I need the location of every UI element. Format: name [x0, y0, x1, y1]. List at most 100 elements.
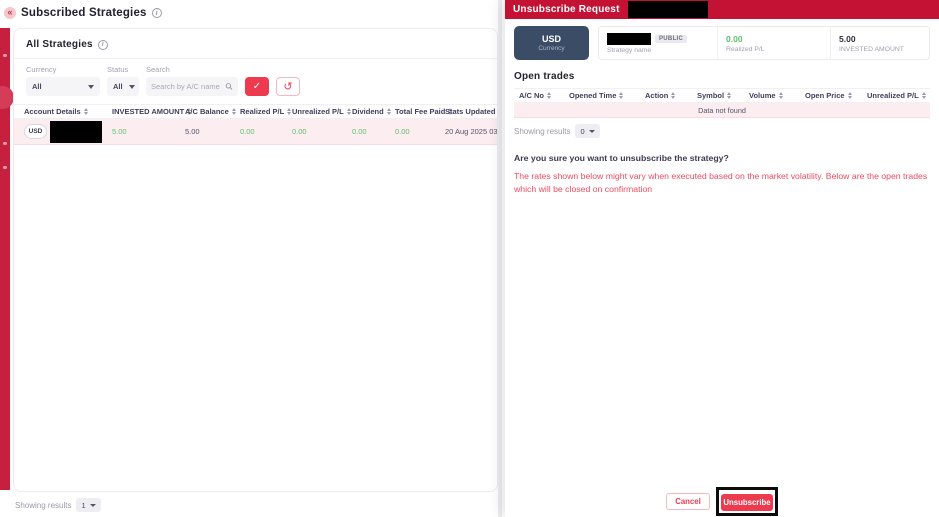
invested-amount-label: INVESTED AMOUNT [839, 46, 921, 53]
col-ac-no[interactable]: A/C No [519, 91, 569, 100]
drawer-footer: Cancel Unsubscribe [505, 487, 939, 516]
open-trades-title: Open trades [514, 71, 930, 82]
showing-results-label: Showing results [15, 501, 71, 510]
dividend-cell: 0.00 [352, 127, 395, 136]
chevron-down-icon [90, 504, 96, 507]
redacted-strategy-name [607, 33, 651, 45]
left-results-per-page-select[interactable]: 1 [76, 498, 100, 512]
strategy-summary: USD Currency PUBLIC Strategy name 0.00 R… [514, 26, 930, 60]
all-strategies-title: All Strategies [26, 39, 93, 50]
total-fee-paid-cell: 0.00 [395, 127, 445, 136]
col-unrealized-pl[interactable]: Unrealized P/L [292, 107, 352, 116]
account-details-cell: USD [24, 121, 112, 143]
sort-icon [347, 108, 351, 115]
sort-icon [619, 92, 623, 99]
realized-pl-section: 0.00 Realized P/L [717, 27, 830, 59]
unsubscribe-button[interactable]: Unsubscribe [721, 494, 773, 511]
sort-icon [922, 92, 926, 99]
unsubscribe-drawer: Unsubscribe Request USD Currency PUBLIC … [505, 0, 939, 517]
left-showing-results: Showing results 1 [15, 498, 101, 512]
status-select[interactable]: All [107, 77, 139, 96]
search-input[interactable] [151, 82, 225, 91]
redacted-account-name [50, 121, 102, 143]
filters-bar: Currency All Status All Search [14, 59, 497, 104]
col-dividend[interactable]: Dividend [352, 107, 395, 116]
open-trades-header: A/C No Opened Time Action Symbol Volume … [514, 88, 930, 103]
chevron-down-icon [88, 85, 94, 89]
back-icon[interactable]: « [4, 7, 16, 19]
col-account-details[interactable]: Account Details [24, 107, 112, 116]
currency-label: Currency [26, 65, 100, 74]
invested-amount-section: 5.00 INVESTED AMOUNT [830, 27, 929, 59]
chevron-down-icon [589, 130, 595, 133]
sort-icon [848, 92, 852, 99]
sort-icon [232, 108, 236, 115]
all-strategies-panel: All Strategies i Currency All Status All [13, 28, 498, 492]
col-opened-time[interactable]: Opened Time [569, 91, 645, 100]
rail-dot [3, 142, 7, 145]
search-label: Search [146, 65, 238, 74]
invested-amount-value: 5.00 [839, 34, 921, 44]
status-label: Status [107, 65, 139, 74]
col-open-price[interactable]: Open Price [805, 91, 867, 100]
col-volume[interactable]: Volume [749, 91, 805, 100]
col-stats-updated-on[interactable]: Stats Updated On [445, 107, 498, 116]
rail-expand-handle[interactable] [0, 86, 14, 109]
visibility-badge: PUBLIC [655, 35, 687, 43]
search-filter: Search [146, 65, 238, 96]
strategy-name-section: PUBLIC Strategy name [599, 27, 717, 59]
drawer-results-per-page-select[interactable]: 0 [575, 124, 599, 138]
sort-icon [671, 92, 675, 99]
chevron-down-icon [129, 85, 135, 89]
table-row[interactable]: USD 5.00 5.00 0.00 0.00 0.00 0.00 20 Aug… [14, 119, 498, 145]
col-ac-balance[interactable]: A/C Balance [185, 107, 240, 116]
col-realized-pl[interactable]: Realized P/L [240, 107, 292, 116]
rail-dot [3, 54, 7, 57]
ac-balance-cell: 5.00 [185, 127, 240, 136]
realized-pl-label: Realized P/L [726, 46, 822, 53]
open-trades-table: A/C No Opened Time Action Symbol Volume … [514, 88, 930, 118]
empty-state-row: Data not found [514, 103, 930, 118]
info-icon[interactable]: i [98, 40, 108, 50]
search-box [146, 77, 238, 96]
strategies-table-header: Account Details INVESTED AMOUNT A/C Bala… [14, 104, 498, 119]
page-header: « Subscribed Strategies i [0, 0, 505, 26]
reset-filters-button[interactable]: ↺ [276, 77, 300, 96]
sort-icon [287, 108, 291, 115]
rail-dot [3, 166, 7, 169]
apply-filters-button[interactable]: ✓ [245, 77, 269, 96]
cancel-button[interactable]: Cancel [666, 493, 710, 510]
currency-label: Currency [538, 45, 564, 52]
currency-badge: USD [24, 124, 47, 139]
realized-pl-value: 0.00 [726, 34, 822, 44]
info-icon[interactable]: i [152, 8, 162, 18]
confirm-question: Are you sure you want to unsubscribe the… [514, 153, 930, 163]
sidebar-rail[interactable] [0, 28, 10, 490]
page-title: Subscribed Strategies [21, 7, 147, 19]
click-target-highlight: Unsubscribe [716, 487, 778, 516]
col-unrealized-pl[interactable]: Unrealized P/L [867, 91, 935, 100]
currency-tile: USD Currency [514, 26, 589, 60]
showing-results-label: Showing results [514, 127, 570, 136]
currency-filter: Currency All [26, 65, 100, 96]
col-action[interactable]: Action [645, 91, 697, 100]
stats-updated-cell: 20 Aug 2025 03:18 AM [445, 127, 498, 136]
invested-amount-cell: 5.00 [112, 127, 185, 136]
all-strategies-title-row: All Strategies i [14, 29, 497, 58]
sort-icon [727, 92, 731, 99]
vertical-scrollbar[interactable] [498, 0, 502, 517]
realized-pl-cell: 0.00 [240, 127, 292, 136]
col-symbol[interactable]: Symbol [697, 91, 749, 100]
redacted-strategy-name [628, 1, 708, 18]
sort-icon [547, 92, 551, 99]
status-filter: Status All [107, 65, 139, 96]
currency-value: USD [542, 34, 561, 44]
drawer-body: USD Currency PUBLIC Strategy name 0.00 R… [505, 19, 939, 517]
col-invested-amount[interactable]: INVESTED AMOUNT [112, 107, 185, 116]
search-icon [225, 82, 233, 91]
col-total-fee-paid[interactable]: Total Fee Paid [395, 107, 445, 116]
sort-icon [84, 108, 88, 115]
unrealized-pl-cell: 0.00 [292, 127, 352, 136]
screen: « Subscribed Strategies i All Strategies… [0, 0, 939, 517]
currency-select[interactable]: All [26, 77, 100, 96]
